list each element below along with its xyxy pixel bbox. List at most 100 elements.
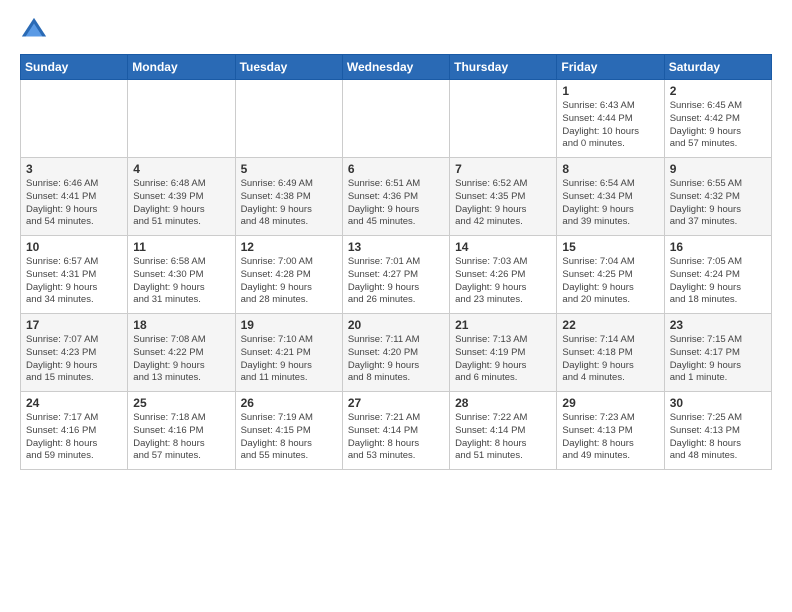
day-number: 11 [133,240,229,254]
calendar-cell-w1d1: 4Sunrise: 6:48 AM Sunset: 4:39 PM Daylig… [128,158,235,236]
day-detail: Sunrise: 7:01 AM Sunset: 4:27 PM Dayligh… [348,256,444,307]
day-detail: Sunrise: 7:23 AM Sunset: 4:13 PM Dayligh… [562,412,658,463]
day-detail: Sunrise: 7:19 AM Sunset: 4:15 PM Dayligh… [241,412,337,463]
day-number: 13 [348,240,444,254]
day-number: 23 [670,318,766,332]
calendar-cell-w2d2: 12 Sunrise: 7:00 AM Sunset: 4:28 PM Dayli… [235,236,342,314]
calendar-cell-w3d2: 19 Sunrise: 7:10 AM Sunset: 4:21 PM Dayli… [235,314,342,392]
calendar-cell-w0d0 [21,80,128,158]
day-number: 25 [133,396,229,410]
day-detail: Sunrise: 7:11 AM Sunset: 4:20 PM Dayligh… [348,334,444,385]
calendar-cell-w4d0: 24 Sunrise: 7:17 AM Sunset: 4:16 PM Dayli… [21,392,128,470]
day-number: 26 [241,396,337,410]
calendar-cell-w0d1 [128,80,235,158]
calendar-cell-w3d3: 20 Sunrise: 7:11 AM Sunset: 4:20 PM Dayli… [342,314,449,392]
day-number: 24 [26,396,122,410]
calendar-cell-w1d2: 5 Sunrise: 6:49 AM Sunset: 4:38 PM Daylig… [235,158,342,236]
calendar-cell-w1d4: 7 Sunrise: 6:52 AM Sunset: 4:35 PM Daylig… [450,158,557,236]
week-row-3: 17 Sunrise: 7:07 AM Sunset: 4:23 PM Dayli… [21,314,772,392]
page: SundayMondayTuesdayWednesdayThursdayFrid… [0,0,792,612]
day-number: 3 [26,162,122,176]
day-detail: Sunrise: 7:18 AM Sunset: 4:16 PM Dayligh… [133,412,229,463]
calendar-cell-w3d5: 22 Sunrise: 7:14 AM Sunset: 4:18 PM Dayli… [557,314,664,392]
calendar-cell-w3d0: 17 Sunrise: 7:07 AM Sunset: 4:23 PM Dayli… [21,314,128,392]
calendar-cell-w4d1: 25 Sunrise: 7:18 AM Sunset: 4:16 PM Dayli… [128,392,235,470]
day-detail: Sunrise: 6:45 AM Sunset: 4:42 PM Dayligh… [670,100,766,151]
day-number: 15 [562,240,658,254]
day-number: 8 [562,162,658,176]
day-number: 5 [241,162,337,176]
day-detail: Sunrise: 7:10 AM Sunset: 4:21 PM Dayligh… [241,334,337,385]
calendar-cell-w4d2: 26 Sunrise: 7:19 AM Sunset: 4:15 PM Dayli… [235,392,342,470]
day-number: 1 [562,84,658,98]
weekday-saturday: Saturday [664,55,771,80]
day-detail: Sunrise: 7:17 AM Sunset: 4:16 PM Dayligh… [26,412,122,463]
weekday-tuesday: Tuesday [235,55,342,80]
calendar-cell-w2d1: 11Sunrise: 6:58 AM Sunset: 4:30 PM Dayli… [128,236,235,314]
calendar-cell-w0d4 [450,80,557,158]
calendar-cell-w4d4: 28 Sunrise: 7:22 AM Sunset: 4:14 PM Dayli… [450,392,557,470]
day-detail: Sunrise: 6:54 AM Sunset: 4:34 PM Dayligh… [562,178,658,229]
calendar-cell-w2d5: 15Sunrise: 7:04 AM Sunset: 4:25 PM Dayli… [557,236,664,314]
week-row-2: 10 Sunrise: 6:57 AM Sunset: 4:31 PM Dayli… [21,236,772,314]
calendar-cell-w4d6: 30 Sunrise: 7:25 AM Sunset: 4:13 PM Dayli… [664,392,771,470]
week-row-0: 1 Sunrise: 6:43 AM Sunset: 4:44 PM Daylig… [21,80,772,158]
day-number: 28 [455,396,551,410]
calendar-cell-w2d3: 13 Sunrise: 7:01 AM Sunset: 4:27 PM Dayli… [342,236,449,314]
day-detail: Sunrise: 7:21 AM Sunset: 4:14 PM Dayligh… [348,412,444,463]
day-detail: Sunrise: 6:48 AM Sunset: 4:39 PM Dayligh… [133,178,229,229]
logo [20,16,52,44]
calendar-cell-w0d5: 1 Sunrise: 6:43 AM Sunset: 4:44 PM Daylig… [557,80,664,158]
day-number: 21 [455,318,551,332]
day-number: 27 [348,396,444,410]
calendar-cell-w1d5: 8 Sunrise: 6:54 AM Sunset: 4:34 PM Daylig… [557,158,664,236]
day-number: 19 [241,318,337,332]
day-detail: Sunrise: 6:49 AM Sunset: 4:38 PM Dayligh… [241,178,337,229]
day-detail: Sunrise: 7:15 AM Sunset: 4:17 PM Dayligh… [670,334,766,385]
calendar-cell-w3d6: 23 Sunrise: 7:15 AM Sunset: 4:17 PM Dayli… [664,314,771,392]
day-number: 17 [26,318,122,332]
calendar-cell-w0d2 [235,80,342,158]
header [20,16,772,44]
day-detail: Sunrise: 7:00 AM Sunset: 4:28 PM Dayligh… [241,256,337,307]
day-detail: Sunrise: 7:14 AM Sunset: 4:18 PM Dayligh… [562,334,658,385]
day-number: 7 [455,162,551,176]
calendar-cell-w0d3 [342,80,449,158]
weekday-friday: Friday [557,55,664,80]
day-detail: Sunrise: 6:55 AM Sunset: 4:32 PM Dayligh… [670,178,766,229]
day-detail: Sunrise: 7:07 AM Sunset: 4:23 PM Dayligh… [26,334,122,385]
logo-icon [20,16,48,44]
calendar-cell-w1d3: 6Sunrise: 6:51 AM Sunset: 4:36 PM Daylig… [342,158,449,236]
day-detail: Sunrise: 6:51 AM Sunset: 4:36 PM Dayligh… [348,178,444,229]
day-number: 12 [241,240,337,254]
day-detail: Sunrise: 6:57 AM Sunset: 4:31 PM Dayligh… [26,256,122,307]
calendar-cell-w0d6: 2 Sunrise: 6:45 AM Sunset: 4:42 PM Daylig… [664,80,771,158]
day-number: 29 [562,396,658,410]
day-number: 9 [670,162,766,176]
calendar-cell-w1d0: 3Sunrise: 6:46 AM Sunset: 4:41 PM Daylig… [21,158,128,236]
weekday-header-row: SundayMondayTuesdayWednesdayThursdayFrid… [21,55,772,80]
calendar-cell-w3d4: 21 Sunrise: 7:13 AM Sunset: 4:19 PM Dayli… [450,314,557,392]
calendar-cell-w4d5: 29 Sunrise: 7:23 AM Sunset: 4:13 PM Dayli… [557,392,664,470]
weekday-monday: Monday [128,55,235,80]
calendar-cell-w1d6: 9 Sunrise: 6:55 AM Sunset: 4:32 PM Daylig… [664,158,771,236]
day-number: 2 [670,84,766,98]
day-number: 10 [26,240,122,254]
day-detail: Sunrise: 6:43 AM Sunset: 4:44 PM Dayligh… [562,100,658,151]
day-detail: Sunrise: 7:13 AM Sunset: 4:19 PM Dayligh… [455,334,551,385]
weekday-thursday: Thursday [450,55,557,80]
day-detail: Sunrise: 7:03 AM Sunset: 4:26 PM Dayligh… [455,256,551,307]
day-number: 20 [348,318,444,332]
weekday-sunday: Sunday [21,55,128,80]
day-detail: Sunrise: 6:52 AM Sunset: 4:35 PM Dayligh… [455,178,551,229]
calendar-cell-w2d6: 16Sunrise: 7:05 AM Sunset: 4:24 PM Dayli… [664,236,771,314]
calendar-cell-w4d3: 27 Sunrise: 7:21 AM Sunset: 4:14 PM Dayli… [342,392,449,470]
day-number: 14 [455,240,551,254]
calendar-cell-w2d4: 14 Sunrise: 7:03 AM Sunset: 4:26 PM Dayli… [450,236,557,314]
day-number: 30 [670,396,766,410]
day-detail: Sunrise: 7:22 AM Sunset: 4:14 PM Dayligh… [455,412,551,463]
calendar-cell-w3d1: 18Sunrise: 7:08 AM Sunset: 4:22 PM Dayli… [128,314,235,392]
day-number: 16 [670,240,766,254]
day-number: 22 [562,318,658,332]
day-detail: Sunrise: 7:25 AM Sunset: 4:13 PM Dayligh… [670,412,766,463]
